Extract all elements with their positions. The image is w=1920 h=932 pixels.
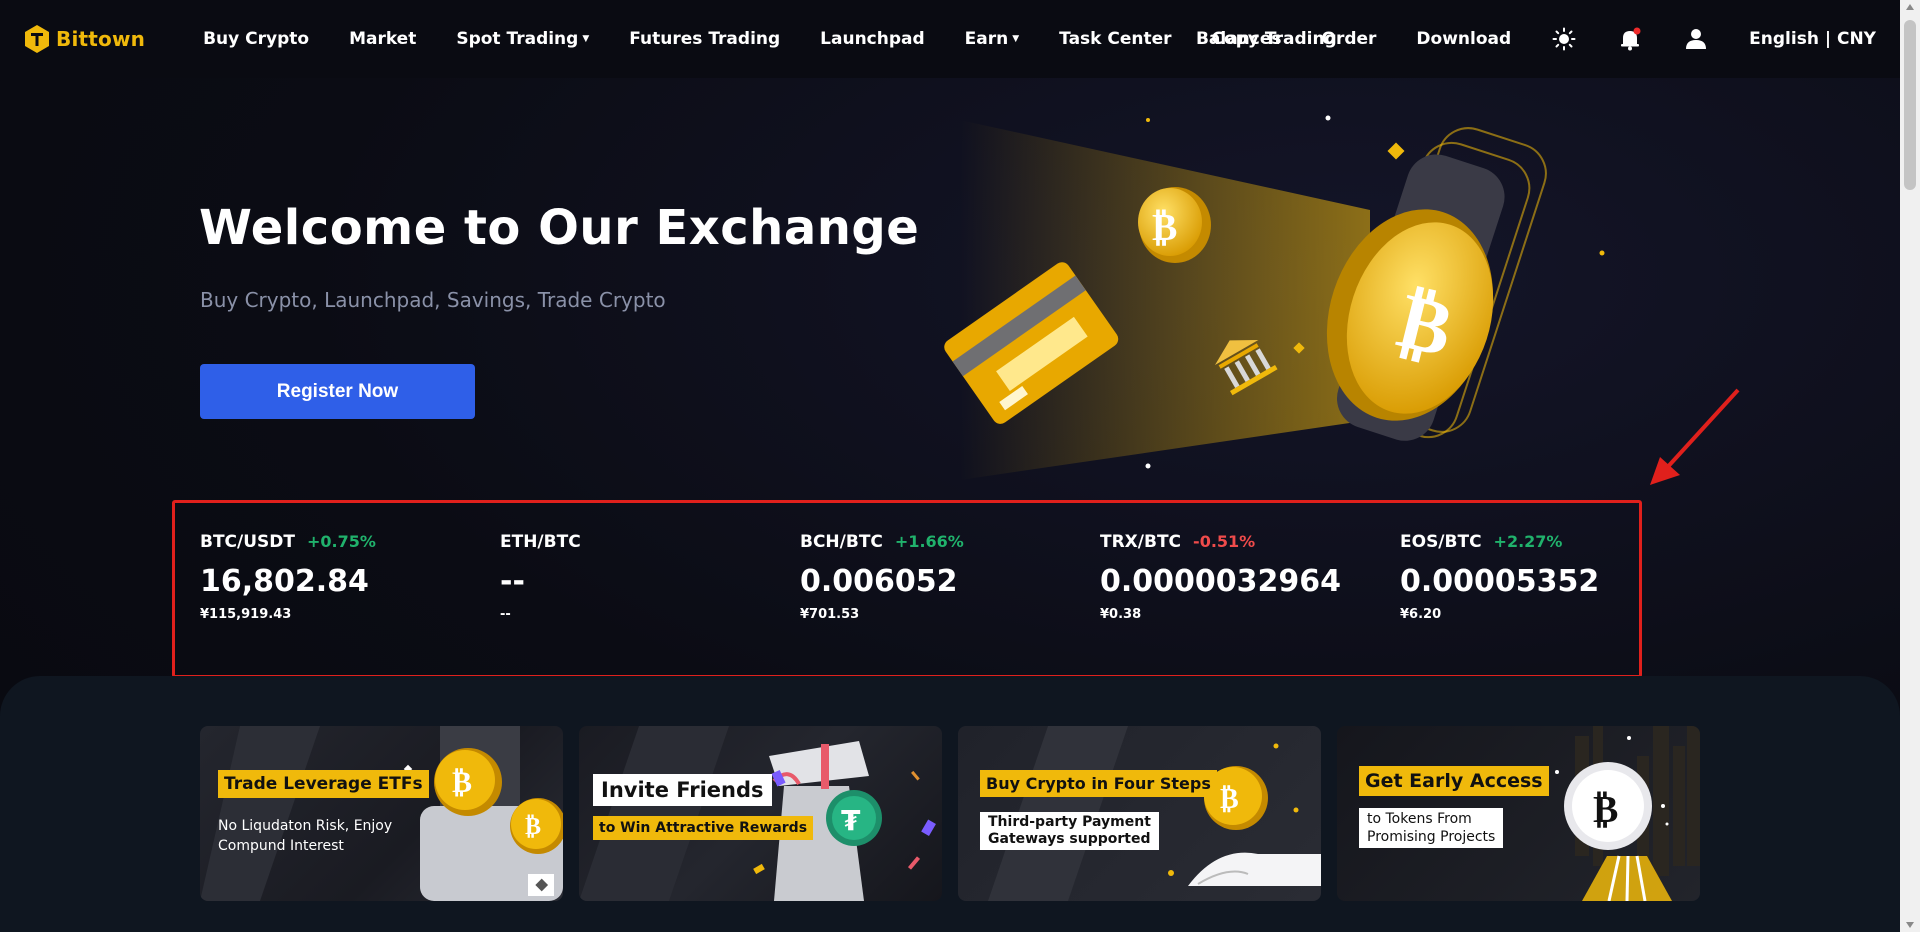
ticker-fiat-price: ¥6.20 bbox=[1400, 607, 1442, 622]
nav-item-task-center[interactable]: Task Center bbox=[1059, 29, 1171, 49]
ticker-fiat-price: ¥0.38 bbox=[1100, 607, 1142, 622]
svg-text:₿: ₿ bbox=[452, 765, 472, 800]
banner-subtitle: to Tokens From Promising Projects bbox=[1359, 808, 1504, 848]
sun-icon[interactable] bbox=[1551, 26, 1577, 52]
banner-subtitle-line: Gateways supported bbox=[988, 831, 1151, 847]
nav-item-label: Launchpad bbox=[820, 29, 925, 49]
market-ticker: BTC/USDT +0.75% 16,802.84 ¥115,919.43 ETH/BT… bbox=[200, 532, 1700, 622]
ticker-pair-row: BTC/USDT +0.75% bbox=[200, 532, 500, 552]
ticker-pair-row: ETH/BTC bbox=[500, 532, 800, 552]
brand-name: Bittown bbox=[56, 27, 146, 51]
user-icon[interactable] bbox=[1683, 26, 1709, 52]
nav-item-market[interactable]: Market bbox=[349, 29, 416, 49]
ticker-item[interactable]: BCH/BTC +1.66% 0.006052 ¥701.53 bbox=[800, 532, 1100, 622]
ticker-pair: ETH/BTC bbox=[500, 532, 581, 552]
nav-item-label: Task Center bbox=[1059, 29, 1172, 49]
svg-text:₿: ₿ bbox=[525, 812, 541, 840]
nav-item-spot-trading[interactable]: Spot Trading ▼ bbox=[456, 29, 589, 49]
banner-title: Buy Crypto in Four Steps bbox=[980, 770, 1217, 797]
banner-subtitle: to Win Attractive Rewards bbox=[593, 816, 814, 840]
ticker-price: -- bbox=[500, 564, 525, 599]
banner-subtitle: Third-party Payment Gateways supported bbox=[980, 812, 1159, 850]
banner-subtitle-line: Promising Projects bbox=[1367, 829, 1496, 845]
order-link[interactable]: Order bbox=[1322, 29, 1377, 49]
annotation-arrow-icon bbox=[1650, 388, 1740, 485]
banner-title: Trade Leverage ETFs bbox=[218, 770, 429, 798]
ticker-pair-row: TRX/BTC -0.51% bbox=[1100, 532, 1400, 552]
svg-text:₿: ₿ bbox=[1220, 782, 1239, 815]
banner-description: No Liqudaton Risk, Enjoy Compund Interes… bbox=[218, 816, 392, 856]
ticker-item[interactable]: TRX/BTC -0.51% 0.0000032964 ¥0.38 bbox=[1100, 532, 1400, 622]
page-scrollbar[interactable] bbox=[1900, 0, 1920, 932]
scroll-thumb[interactable] bbox=[1904, 20, 1916, 190]
nav-item-label: Spot Trading bbox=[456, 29, 579, 49]
ticker-pair: EOS/BTC bbox=[1400, 532, 1482, 552]
banner-buy-crypto-steps[interactable]: ₿ Buy Crypto in Four Steps Third-party P… bbox=[958, 726, 1321, 901]
ticker-price: 0.0000032964 bbox=[1100, 564, 1342, 599]
banner-subtitle-line: to Tokens From bbox=[1367, 811, 1472, 827]
top-nav: Bittown Buy Crypto Market Spot Trading ▼ Fut… bbox=[0, 0, 1900, 78]
ticker-fiat-price: ¥701.53 bbox=[800, 607, 860, 622]
hero-illustration: ₿ ₿ bbox=[944, 115, 1605, 480]
logo-icon bbox=[25, 25, 49, 53]
banner-leverage-etfs[interactable]: ₿ ₿ Trade Leverage ETFs No Liqudaton Ris… bbox=[200, 726, 563, 901]
bell-icon[interactable] bbox=[1617, 26, 1643, 52]
promo-banners: ₿ ₿ Trade Leverage ETFs No Liqudaton Ris… bbox=[200, 726, 1700, 901]
ticker-pair: TRX/BTC bbox=[1100, 532, 1182, 552]
nav-item-buy-crypto[interactable]: Buy Crypto bbox=[203, 29, 309, 49]
hero-subtitle: Buy Crypto, Launchpad, Savings, Trade Cr… bbox=[200, 288, 666, 312]
svg-text:₿: ₿ bbox=[1152, 205, 1177, 249]
scroll-up-icon[interactable] bbox=[1906, 4, 1914, 10]
banner-invite-friends[interactable]: ₮ Invite Friends to Win Attractive Rewar… bbox=[579, 726, 942, 901]
nav-right: Balances Order Download English | CNY bbox=[1196, 0, 1876, 78]
language-currency-selector[interactable]: English | CNY bbox=[1749, 29, 1876, 49]
ticker-pair-row: BCH/BTC +1.66% bbox=[800, 532, 1100, 552]
banner-desc-line: Compund Interest bbox=[218, 838, 344, 854]
ticker-item[interactable]: ETH/BTC -- -- bbox=[500, 532, 800, 622]
download-link[interactable]: Download bbox=[1416, 29, 1511, 49]
banner-early-access[interactable]: ₿ Get Early Access to Tokens From Promis… bbox=[1337, 726, 1700, 901]
ticker-price: 16,802.84 bbox=[200, 564, 369, 599]
ticker-price: 0.006052 bbox=[800, 564, 958, 599]
banner-desc-line: No Liqudaton Risk, Enjoy bbox=[218, 818, 393, 834]
svg-text:₮: ₮ bbox=[841, 804, 861, 837]
chevron-down-icon: ▼ bbox=[1012, 34, 1020, 44]
ticker-pair: BCH/BTC bbox=[800, 532, 883, 552]
scroll-down-icon[interactable] bbox=[1906, 922, 1914, 928]
svg-text:₿: ₿ bbox=[1593, 787, 1618, 831]
balances-link[interactable]: Balances bbox=[1196, 29, 1282, 49]
nav-item-launchpad[interactable]: Launchpad bbox=[820, 29, 925, 49]
ticker-fiat-price: -- bbox=[500, 607, 511, 622]
ticker-pair-row: EOS/BTC +2.27% bbox=[1400, 532, 1700, 552]
ticker-fiat-price: ¥115,919.43 bbox=[200, 607, 292, 622]
chevron-down-icon: ▼ bbox=[582, 34, 590, 44]
banner-subtitle-line: Third-party Payment bbox=[988, 814, 1151, 830]
register-now-button[interactable]: Register Now bbox=[200, 364, 475, 419]
ticker-change: -0.51% bbox=[1193, 532, 1256, 551]
ticker-change: +1.66% bbox=[894, 532, 964, 551]
banner-title: Get Early Access bbox=[1359, 766, 1549, 796]
nav-item-label: Market bbox=[349, 29, 417, 49]
ticker-change: +2.27% bbox=[1493, 532, 1563, 551]
ticker-pair: BTC/USDT bbox=[200, 532, 295, 552]
nav-item-label: Buy Crypto bbox=[203, 29, 310, 49]
banner-art-invite: ₮ bbox=[579, 726, 936, 901]
banner-art-etfs: ₿ ₿ bbox=[200, 726, 563, 901]
main-menu: Buy Crypto Market Spot Trading ▼ Futures Tra… bbox=[203, 29, 1337, 49]
logo[interactable]: Bittown bbox=[24, 24, 145, 54]
nav-item-label: Futures Trading bbox=[629, 29, 781, 49]
nav-item-label: Earn bbox=[964, 29, 1009, 49]
ticker-price: 0.00005352 bbox=[1400, 564, 1600, 599]
nav-item-futures-trading[interactable]: Futures Trading bbox=[629, 29, 780, 49]
hero-title: Welcome to Our Exchange bbox=[199, 200, 920, 256]
page-root: Bittown Buy Crypto Market Spot Trading ▼ Fut… bbox=[0, 0, 1920, 932]
ticker-change: +0.75% bbox=[307, 532, 376, 551]
ticker-item[interactable]: EOS/BTC +2.27% 0.00005352 ¥6.20 bbox=[1400, 532, 1700, 622]
ticker-item[interactable]: BTC/USDT +0.75% 16,802.84 ¥115,919.43 bbox=[200, 532, 500, 622]
banner-title: Invite Friends bbox=[593, 774, 772, 806]
nav-item-earn[interactable]: Earn ▼ bbox=[965, 29, 1020, 49]
